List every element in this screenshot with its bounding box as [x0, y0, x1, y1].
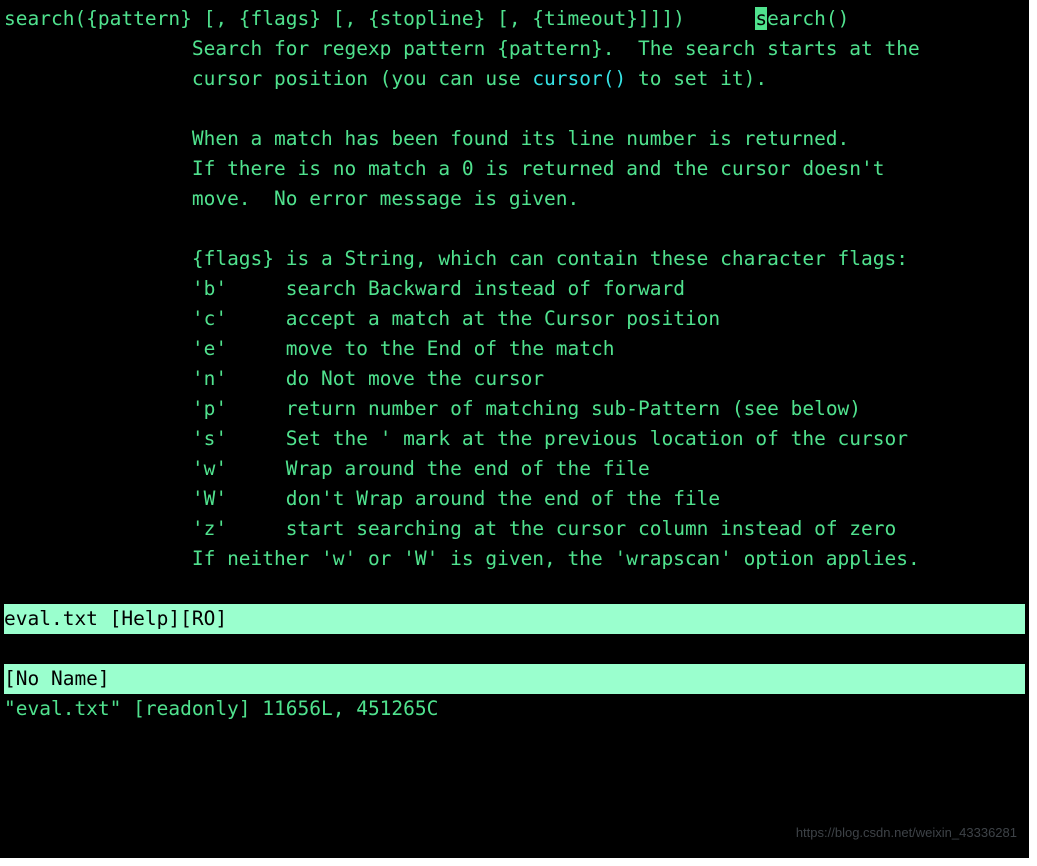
flag-row: 's' Set the ' mark at the previous locat…	[4, 424, 1025, 454]
flag-desc: start searching at the cursor column ins…	[286, 517, 896, 540]
intro-2a: cursor position (you can use	[192, 67, 532, 90]
flag-desc: return number of matching sub-Pattern (s…	[286, 397, 861, 420]
help-statusline: eval.txt [Help][RO]	[4, 604, 1025, 634]
blank-row	[4, 94, 1025, 124]
indent	[4, 157, 192, 180]
blank-row	[4, 214, 1025, 244]
terminal-window: search({pattern} [, {flags} [, {stopline…	[0, 0, 1029, 858]
indent	[4, 37, 192, 60]
intro-1: Search for regexp pattern {pattern}. The…	[192, 37, 920, 60]
watermark: https://blog.csdn.net/weixin_43336281	[796, 818, 1017, 848]
fn-signature: search({pattern} [, {flags} [, {stopline…	[4, 7, 685, 30]
buffer-statusline: [No Name]	[4, 664, 1025, 694]
flag-row: 'e' move to the End of the match	[4, 334, 1025, 364]
indent	[4, 277, 192, 300]
flag-gap	[227, 277, 286, 300]
cursor-func-ref: cursor()	[532, 67, 626, 90]
flag-gap	[227, 337, 286, 360]
match-2: If there is no match a 0 is returned and…	[192, 157, 885, 180]
flag-row: 'c' accept a match at the Cursor positio…	[4, 304, 1025, 334]
flag-key: 'c'	[192, 307, 227, 330]
flag-key: 'n'	[192, 367, 227, 390]
flag-key: 'e'	[192, 337, 227, 360]
flag-desc: don't Wrap around the end of the file	[286, 487, 720, 510]
flag-row: 'p' return number of matching sub-Patter…	[4, 394, 1025, 424]
flag-gap	[227, 367, 286, 390]
indent	[4, 397, 192, 420]
flag-gap	[227, 517, 286, 540]
match-1: When a match has been found its line num…	[192, 127, 849, 150]
flag-gap	[227, 307, 286, 330]
empty-buffer-row[interactable]	[4, 634, 1025, 664]
flags-footer: If neither 'w' or 'W' is given, the 'wra…	[192, 547, 920, 570]
flag-row: 'W' don't Wrap around the end of the fil…	[4, 484, 1025, 514]
indent	[4, 547, 192, 570]
sig-gap	[685, 7, 755, 30]
indent	[4, 427, 192, 450]
flags-hdr: {flags} is a String, which can contain t…	[192, 247, 908, 270]
indent	[4, 367, 192, 390]
flag-desc: search Backward instead of forward	[286, 277, 685, 300]
flag-key: 'w'	[192, 457, 227, 480]
indent	[4, 307, 192, 330]
indent	[4, 457, 192, 480]
indent	[4, 487, 192, 510]
help-buffer[interactable]: search({pattern} [, {flags} [, {stopline…	[4, 4, 1025, 724]
flag-gap	[227, 487, 286, 510]
indent	[4, 187, 192, 210]
flag-row: 'b' search Backward instead of forward	[4, 274, 1025, 304]
flag-gap	[227, 397, 286, 420]
indent	[4, 247, 192, 270]
flag-gap	[227, 427, 286, 450]
flag-row: 'w' Wrap around the end of the file	[4, 454, 1025, 484]
flag-desc: accept a match at the Cursor position	[286, 307, 720, 330]
flag-desc: Wrap around the end of the file	[286, 457, 650, 480]
match-3: move. No error message is given.	[192, 187, 579, 210]
indent	[4, 517, 192, 540]
flag-key: 's'	[192, 427, 227, 450]
flag-key: 'z'	[192, 517, 227, 540]
help-tag-rest: earch()	[767, 7, 849, 30]
flag-gap	[227, 457, 286, 480]
flag-key: 'p'	[192, 397, 227, 420]
flag-row: 'n' do Not move the cursor	[4, 364, 1025, 394]
flag-row: 'z' start searching at the cursor column…	[4, 514, 1025, 544]
help-tag-hl: s	[755, 7, 767, 30]
indent	[4, 337, 192, 360]
intro-2b: to set it).	[626, 67, 767, 90]
flag-key: 'W'	[192, 487, 227, 510]
flag-desc: move to the End of the match	[286, 337, 615, 360]
flag-desc: Set the ' mark at the previous location …	[286, 427, 908, 450]
flag-key: 'b'	[192, 277, 227, 300]
command-line[interactable]: "eval.txt" [readonly] 11656L, 451265C	[4, 694, 1025, 724]
indent	[4, 127, 192, 150]
blank-row	[4, 574, 1025, 604]
indent	[4, 67, 192, 90]
flag-desc: do Not move the cursor	[286, 367, 544, 390]
